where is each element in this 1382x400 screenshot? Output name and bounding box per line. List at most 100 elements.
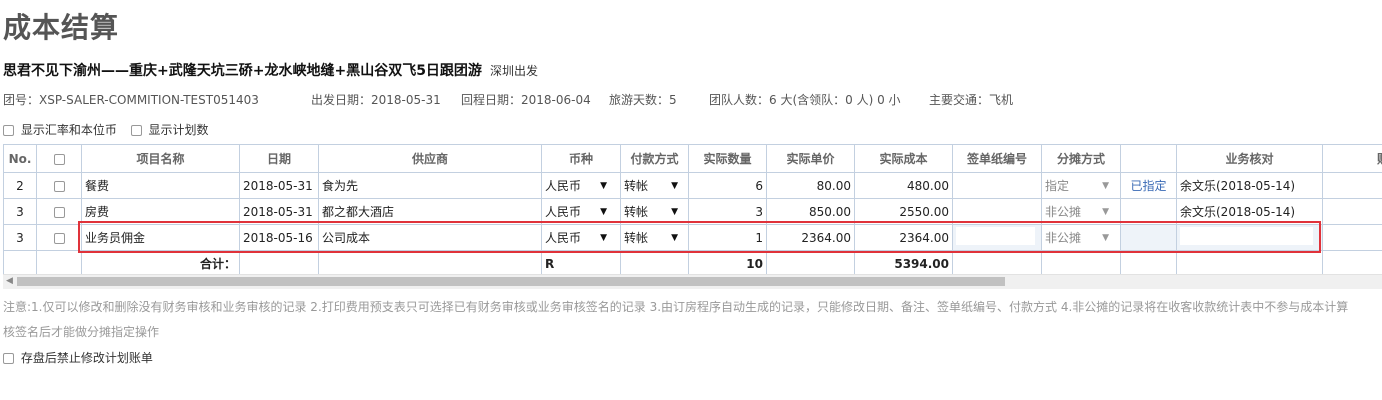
- row-supplier[interactable]: 食为先: [318, 172, 542, 199]
- total-row: 合计： R 10 5394.00: [3, 250, 1382, 274]
- row-share[interactable]: 非公摊 ▼: [1041, 224, 1121, 251]
- row-sign-no[interactable]: [952, 172, 1042, 199]
- currency-select[interactable]: 人民币 ▼: [545, 202, 607, 221]
- col-date: 日期: [239, 144, 319, 173]
- payment-select[interactable]: 转帐 ▼: [624, 228, 678, 247]
- chevron-down-icon: ▼: [671, 206, 678, 217]
- row-currency[interactable]: 人民币 ▼: [541, 172, 621, 199]
- row-select[interactable]: [36, 198, 82, 225]
- row-no: 2: [3, 172, 37, 199]
- row-no: 3: [3, 224, 37, 251]
- total-currency: R: [541, 250, 621, 274]
- show-plan-label: 显示计划数: [148, 123, 209, 137]
- col-payment: 付款方式: [620, 144, 689, 173]
- main-transport: 主要交通：飞机: [929, 93, 1014, 107]
- col-item-name: 项目名称: [81, 144, 240, 173]
- departure-city: 深圳出发: [489, 64, 538, 78]
- row-cost[interactable]: 2364.00: [854, 224, 953, 251]
- note-line-2: 核签名后才能做分摊指定操作: [3, 325, 160, 339]
- show-rate-checkbox[interactable]: [3, 125, 14, 136]
- page-title: 成本结算: [3, 11, 120, 44]
- row-date[interactable]: 2018-05-31: [239, 198, 319, 225]
- total-blank: [620, 250, 689, 274]
- cost-table: No. 项目名称 日期 供应商 币种 付款方式 实际数量 实际单价 实际成本 签…: [3, 144, 1382, 274]
- row-item[interactable]: 业务员佣金: [81, 224, 240, 251]
- group-no: 团号：XSP-SALER-COMMITION-TEST051403: [3, 93, 259, 107]
- col-select-all[interactable]: [36, 144, 82, 173]
- row-share[interactable]: 非公摊 ▼: [1041, 198, 1121, 225]
- sign-no-input[interactable]: [956, 227, 1035, 245]
- chevron-down-icon: ▼: [600, 206, 607, 217]
- currency-value: 人民币: [545, 205, 582, 219]
- total-blank: [318, 250, 542, 274]
- currency-value: 人民币: [545, 179, 582, 193]
- share-select[interactable]: 指定 ▼: [1045, 176, 1109, 195]
- assigned-link[interactable]: 已指定: [1130, 179, 1166, 193]
- payment-value: 转帐: [624, 205, 649, 219]
- share-value: 非公摊: [1045, 205, 1082, 219]
- col-supplier: 供应商: [318, 144, 542, 173]
- chevron-down-icon: ▼: [671, 232, 678, 243]
- total-blank: [1322, 250, 1382, 274]
- row-supplier[interactable]: 公司成本: [318, 224, 542, 251]
- row-payment[interactable]: 转帐 ▼: [620, 224, 689, 251]
- row-share-action[interactable]: 已指定: [1120, 172, 1177, 199]
- row-supplier[interactable]: 都之都大酒店: [318, 198, 542, 225]
- note-line-1: 注意:1.仅可以修改和删除没有财务审核和业务审核的记录 2.打印费用预支表只可选…: [3, 300, 1349, 314]
- payment-select[interactable]: 转帐 ▼: [624, 176, 678, 195]
- share-select[interactable]: 非公摊 ▼: [1045, 228, 1109, 247]
- business-check-input[interactable]: [1180, 227, 1314, 245]
- share-value: 非公摊: [1045, 231, 1082, 245]
- payment-value: 转帐: [624, 179, 649, 193]
- row-quantity[interactable]: 1: [688, 224, 767, 251]
- row-currency[interactable]: 人民币 ▼: [541, 224, 621, 251]
- horizontal-scrollbar[interactable]: ◀: [3, 274, 1382, 289]
- row-share[interactable]: 指定 ▼: [1041, 172, 1121, 199]
- scroll-left-arrow-icon[interactable]: ◀: [6, 276, 13, 286]
- row-cost[interactable]: 480.00: [854, 172, 953, 199]
- row-share-action: [1120, 224, 1177, 251]
- total-quantity: 10: [688, 250, 767, 274]
- row-payment[interactable]: 转帐 ▼: [620, 198, 689, 225]
- row-checkbox[interactable]: [53, 232, 65, 244]
- row-business-check[interactable]: [1176, 224, 1323, 251]
- chevron-down-icon: ▼: [1102, 232, 1109, 243]
- row-select[interactable]: [36, 224, 82, 251]
- row-item[interactable]: 房费: [81, 198, 240, 225]
- row-unit-price[interactable]: 80.00: [766, 172, 855, 199]
- lock-after-save-checkbox[interactable]: [3, 353, 14, 364]
- row-payment[interactable]: 转帐 ▼: [620, 172, 689, 199]
- show-plan-checkbox[interactable]: [130, 125, 142, 136]
- row-select[interactable]: [36, 172, 82, 199]
- table-header-row: No. 项目名称 日期 供应商 币种 付款方式 实际数量 实际单价 实际成本 签…: [3, 144, 1382, 173]
- total-blank: [1176, 250, 1323, 274]
- currency-select[interactable]: 人民币 ▼: [545, 228, 607, 247]
- total-blank: [1120, 250, 1177, 274]
- chevron-down-icon: ▼: [1102, 180, 1109, 191]
- row-currency[interactable]: 人民币 ▼: [541, 198, 621, 225]
- row-item[interactable]: 餐费: [81, 172, 240, 199]
- share-select[interactable]: 非公摊 ▼: [1045, 202, 1109, 221]
- payment-select[interactable]: 转帐 ▼: [624, 202, 678, 221]
- row-cost[interactable]: 2550.00: [854, 198, 953, 225]
- scrollbar-thumb[interactable]: [17, 277, 1005, 286]
- row-date[interactable]: 2018-05-31: [239, 172, 319, 199]
- row-checkbox[interactable]: [53, 206, 65, 218]
- row-sign-no[interactable]: [952, 198, 1042, 225]
- row-quantity[interactable]: 3: [688, 198, 767, 225]
- tour-days: 旅游天数：5: [609, 93, 677, 107]
- currency-select[interactable]: 人民币 ▼: [545, 176, 607, 195]
- select-all-checkbox[interactable]: [53, 153, 65, 165]
- row-date[interactable]: 2018-05-16: [239, 224, 319, 251]
- return-date: 回程日期：2018-06-04: [461, 93, 591, 107]
- row-quantity[interactable]: 6: [688, 172, 767, 199]
- total-blank: [239, 250, 319, 274]
- row-sign-no[interactable]: [952, 224, 1042, 251]
- chevron-down-icon: ▼: [600, 180, 607, 191]
- row-unit-price[interactable]: 2364.00: [766, 224, 855, 251]
- row-unit-price[interactable]: 850.00: [766, 198, 855, 225]
- row-no: 3: [3, 198, 37, 225]
- tour-name: 思君不见下渝州——重庆+武隆天坑三硚+龙水峡地缝+黑山谷双飞5日跟团游: [3, 63, 482, 79]
- row-checkbox[interactable]: [53, 180, 65, 192]
- col-business-check: 业务核对: [1176, 144, 1323, 173]
